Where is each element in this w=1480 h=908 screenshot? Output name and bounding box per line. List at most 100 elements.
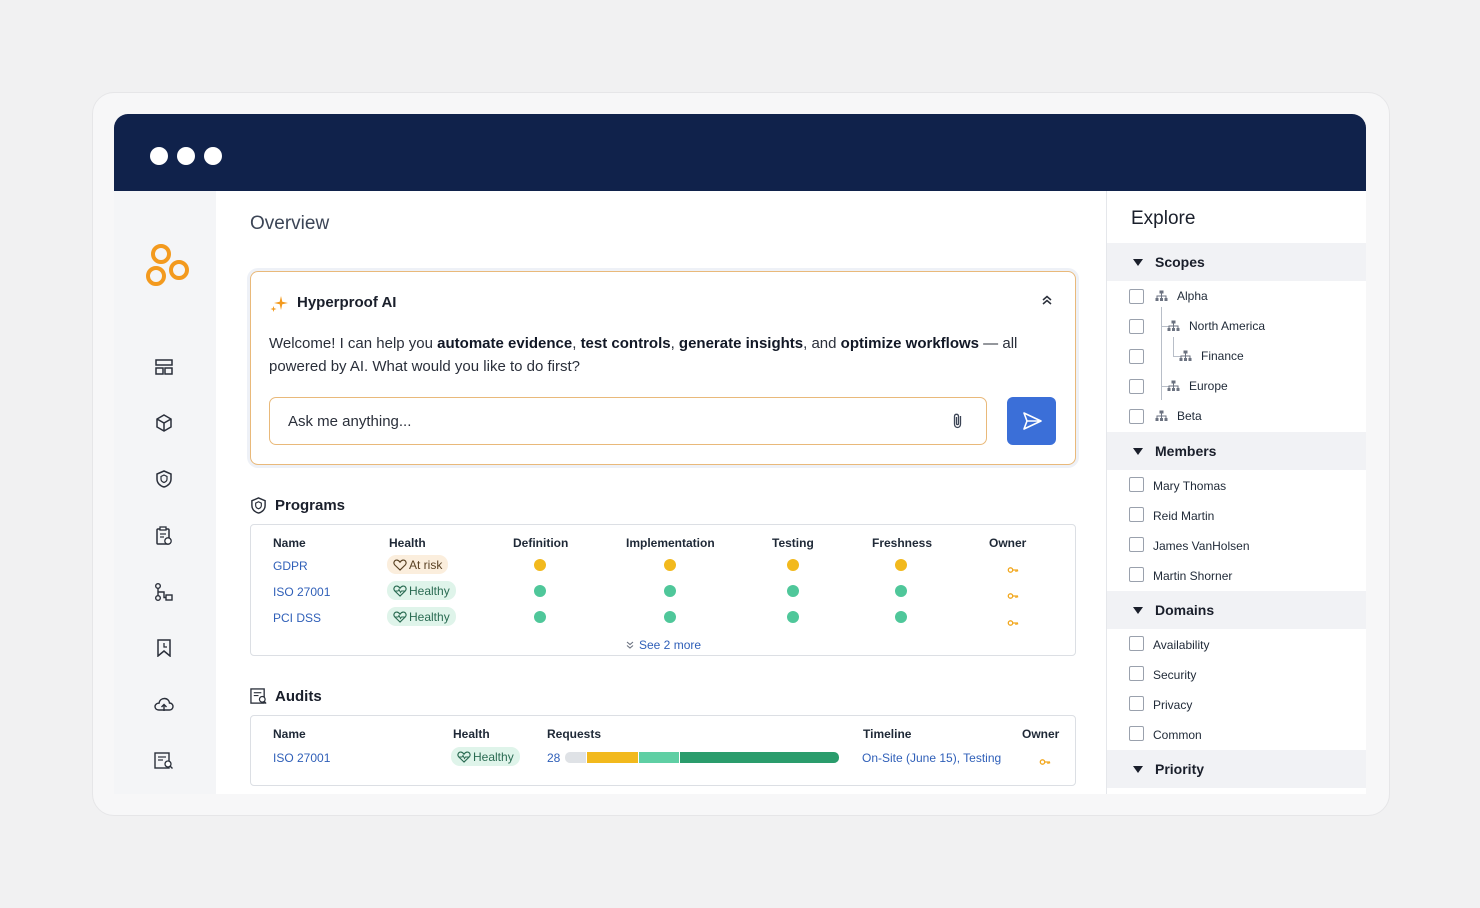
program-link-gdpr[interactable]: GDPR xyxy=(273,559,308,573)
freshness-status-dot xyxy=(895,559,907,571)
welcome-text-1: Welcome! I can help you xyxy=(269,335,438,352)
hierarchy-icon xyxy=(1155,290,1168,301)
page-title: Overview xyxy=(250,213,330,234)
freshness-status-dot xyxy=(895,585,907,597)
cube-icon xyxy=(156,414,172,432)
collapse-icon[interactable] xyxy=(1039,292,1055,308)
window-dot-3 xyxy=(204,147,222,165)
key-icon xyxy=(1007,567,1019,573)
cloud-upload-icon xyxy=(154,697,174,711)
checkbox-domain[interactable] xyxy=(1129,636,1144,651)
group-label: Members xyxy=(1155,443,1217,459)
implementation-status-dot xyxy=(664,611,676,623)
sidebar-item-dashboard[interactable] xyxy=(152,355,176,379)
audits-title: Audits xyxy=(275,688,322,705)
programs-heading: Programs xyxy=(250,497,345,514)
col-owner: Owner xyxy=(989,536,1027,550)
requests-count[interactable]: 28 xyxy=(547,751,560,765)
checkbox-member[interactable] xyxy=(1129,507,1144,522)
window-dot-2 xyxy=(177,147,195,165)
checkbox-domain[interactable] xyxy=(1129,666,1144,681)
heart-pulse-icon xyxy=(457,750,471,763)
group-domains[interactable]: Domains xyxy=(1107,591,1366,629)
checkbox-north-america[interactable] xyxy=(1129,319,1144,334)
audits-table: Name Health Requests Timeline Owner ISO … xyxy=(250,715,1076,786)
checkbox-member[interactable] xyxy=(1129,537,1144,552)
sidebar-item-cube[interactable] xyxy=(152,411,176,435)
welcome-bold-3: generate insights xyxy=(678,335,804,352)
explore-panel: Explore Scopes Alpha North America Finan… xyxy=(1106,191,1366,794)
sidebar-item-shield[interactable] xyxy=(152,467,176,491)
welcome-sep-2: , xyxy=(670,335,679,352)
group-scopes[interactable]: Scopes xyxy=(1107,243,1366,281)
member-item: Mary Thomas xyxy=(1153,479,1227,493)
audit-report-icon xyxy=(250,688,267,704)
implementation-status-dot xyxy=(664,559,676,571)
group-label: Domains xyxy=(1155,602,1215,618)
sparkle-icon xyxy=(270,296,288,312)
caret-down-icon xyxy=(1133,258,1143,266)
send-icon xyxy=(1022,412,1042,430)
key-icon xyxy=(1039,759,1051,765)
checkbox-domain[interactable] xyxy=(1129,696,1144,711)
window-dot-1 xyxy=(150,147,168,165)
sidebar-item-cloud[interactable] xyxy=(152,693,176,717)
checkbox-europe[interactable] xyxy=(1129,379,1144,394)
program-link-pci[interactable]: PCI DSS xyxy=(273,611,321,625)
status-badge: Healthy xyxy=(387,581,456,600)
welcome-sep-3: , and xyxy=(803,335,841,352)
group-members[interactable]: Members xyxy=(1107,432,1366,470)
member-item: James VanHolsen xyxy=(1153,539,1250,553)
sidebar-item-report[interactable] xyxy=(152,749,176,773)
programs-title: Programs xyxy=(275,497,346,514)
hierarchy-icon xyxy=(1155,410,1168,421)
send-button[interactable] xyxy=(1007,397,1056,445)
checkbox-member[interactable] xyxy=(1129,567,1144,582)
timeline-link[interactable]: On-Site (June 15), Testing xyxy=(862,751,1001,765)
scope-item-north-america: North America xyxy=(1167,319,1265,333)
scope-label: North America xyxy=(1189,319,1266,333)
domain-item: Availability xyxy=(1153,638,1210,652)
status-text: Healthy xyxy=(409,609,450,624)
group-priority[interactable]: Priority xyxy=(1107,750,1366,788)
program-link-iso[interactable]: ISO 27001 xyxy=(273,585,330,599)
ai-prompt-input[interactable] xyxy=(269,397,987,445)
definition-status-dot xyxy=(534,559,546,571)
sidebar-item-workflow[interactable] xyxy=(152,580,176,604)
col-requests: Requests xyxy=(547,727,602,741)
col-name: Name xyxy=(273,727,306,741)
checkbox-alpha[interactable] xyxy=(1129,289,1144,304)
scope-item-europe: Europe xyxy=(1167,379,1228,393)
col-implementation: Implementation xyxy=(626,536,715,550)
welcome-bold-1: automate evidence xyxy=(437,335,573,352)
checkbox-member[interactable] xyxy=(1129,477,1144,492)
member-item: Reid Martin xyxy=(1153,509,1215,523)
hierarchy-icon xyxy=(1179,350,1192,361)
workflow-icon xyxy=(155,583,173,601)
sidebar-item-clipboard[interactable] xyxy=(152,524,176,548)
report-search-icon xyxy=(154,752,173,769)
heart-pulse-icon xyxy=(393,610,407,623)
ai-title: Hyperproof AI xyxy=(297,294,397,311)
checkbox-domain[interactable] xyxy=(1129,726,1144,741)
see-more-button[interactable]: See 2 more xyxy=(625,638,701,652)
key-icon xyxy=(1007,620,1019,626)
definition-status-dot xyxy=(534,611,546,623)
shield-icon xyxy=(156,470,172,488)
explore-title: Explore xyxy=(1131,208,1196,229)
scope-item-beta: Beta xyxy=(1155,409,1202,423)
scope-label: Europe xyxy=(1189,379,1228,393)
checkbox-finance[interactable] xyxy=(1129,349,1144,364)
col-name: Name xyxy=(273,536,306,550)
progress-segment-yellow xyxy=(587,752,638,763)
hyperproof-logo xyxy=(146,244,189,286)
progress-segment-dark-green xyxy=(680,752,839,763)
progress-segment-not-started xyxy=(565,752,586,763)
sidebar-item-bookmark[interactable] xyxy=(152,636,176,660)
checkbox-beta[interactable] xyxy=(1129,409,1144,424)
paperclip-icon[interactable] xyxy=(949,412,967,430)
testing-status-dot xyxy=(787,585,799,597)
progress-segment-light-green xyxy=(639,752,679,763)
see-more-label: See 2 more xyxy=(639,638,702,652)
audit-link-iso[interactable]: ISO 27001 xyxy=(273,751,330,765)
